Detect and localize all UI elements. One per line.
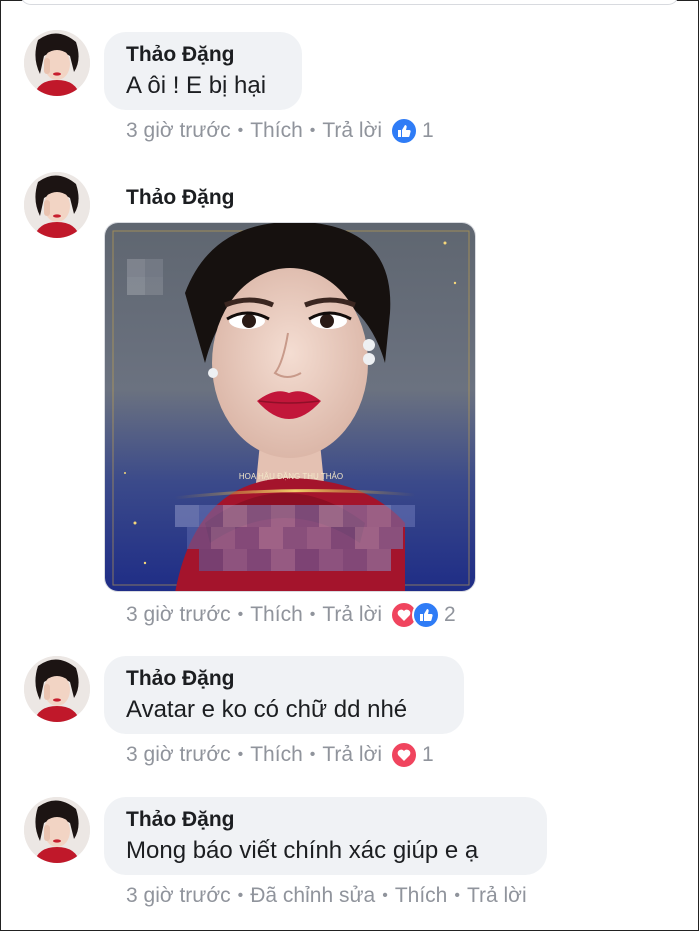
comment-timestamp[interactable]: 3 giờ trước <box>126 741 231 769</box>
avatar-image <box>24 172 90 238</box>
like-button[interactable]: Thích <box>250 117 303 145</box>
comment-actions: 3 giờ trước • Thích • Trả lời 2 <box>126 601 456 629</box>
avatar[interactable] <box>24 656 90 722</box>
separator-dot: • <box>237 606 244 623</box>
reaction-summary[interactable]: 2 <box>390 601 456 629</box>
separator-dot: • <box>454 887 460 904</box>
comment-bubble: Thảo Đặng Mong báo viết chính xác giúp e… <box>104 797 547 875</box>
reply-button[interactable]: Trả lời <box>467 882 527 910</box>
comment-bubble: Thảo Đặng Avatar e ko có chữ dd nhé <box>104 656 464 734</box>
edited-label[interactable]: Đã chỉnh sửa <box>250 882 375 910</box>
portrait-image: HOA HẬU ĐẶNG THU THẢO <box>105 223 475 591</box>
separator-dot: • <box>309 122 316 139</box>
like-icon <box>412 601 441 629</box>
comment-photo[interactable]: HOA HẬU ĐẶNG THU THẢO <box>104 222 476 592</box>
avatar-image <box>24 30 90 96</box>
reaction-summary[interactable]: 1 <box>390 117 434 145</box>
separator-dot: • <box>309 606 316 623</box>
reaction-count: 1 <box>422 119 434 142</box>
comment-author[interactable]: Thảo Đặng <box>126 666 442 692</box>
reaction-summary[interactable]: 1 <box>390 741 434 769</box>
comment-author[interactable]: Thảo Đặng <box>126 185 235 211</box>
separator-dot: • <box>309 746 316 763</box>
comment-timestamp[interactable]: 3 giờ trước <box>126 601 231 629</box>
comment-author[interactable]: Thảo Đặng <box>126 42 280 68</box>
avatar[interactable] <box>24 172 90 238</box>
comment-text: A ôi ! E bị hại <box>126 72 267 99</box>
comment-text: Avatar e ko có chữ dd nhé <box>126 696 408 723</box>
separator-dot: • <box>237 887 244 904</box>
comment-timestamp[interactable]: 3 giờ trước <box>126 882 231 910</box>
comment-text: Mong báo viết chính xác giúp e ạ <box>126 837 479 864</box>
previous-comment-edge <box>20 0 679 5</box>
reaction-count: 2 <box>444 603 456 626</box>
like-button[interactable]: Thích <box>250 741 303 769</box>
comment-actions: 3 giờ trước • Thích • Trả lời 1 <box>126 117 434 145</box>
like-icon <box>390 117 419 145</box>
comment-timestamp[interactable]: 3 giờ trước <box>126 117 231 145</box>
reaction-count: 1 <box>422 743 434 766</box>
love-icon <box>390 741 419 769</box>
like-button[interactable]: Thích <box>250 601 303 629</box>
avatar-image <box>24 797 90 863</box>
comment-actions: 3 giờ trước • Đã chỉnh sửa • Thích • Trả… <box>126 882 527 910</box>
comment-author[interactable]: Thảo Đặng <box>126 807 525 833</box>
avatar[interactable] <box>24 30 90 96</box>
comment-bubble: Thảo Đặng A ôi ! E bị hại <box>104 32 302 110</box>
avatar[interactable] <box>24 797 90 863</box>
avatar-image <box>24 656 90 722</box>
separator-dot: • <box>382 887 388 904</box>
like-button[interactable]: Thích <box>395 882 448 910</box>
reply-button[interactable]: Trả lời <box>322 117 382 145</box>
image-caption: HOA HẬU ĐẶNG THU THẢO <box>239 472 343 481</box>
reply-button[interactable]: Trả lời <box>322 741 382 769</box>
comment-actions: 3 giờ trước • Thích • Trả lời 1 <box>126 741 434 769</box>
reply-button[interactable]: Trả lời <box>322 601 382 629</box>
separator-dot: • <box>237 746 244 763</box>
separator-dot: • <box>237 122 244 139</box>
